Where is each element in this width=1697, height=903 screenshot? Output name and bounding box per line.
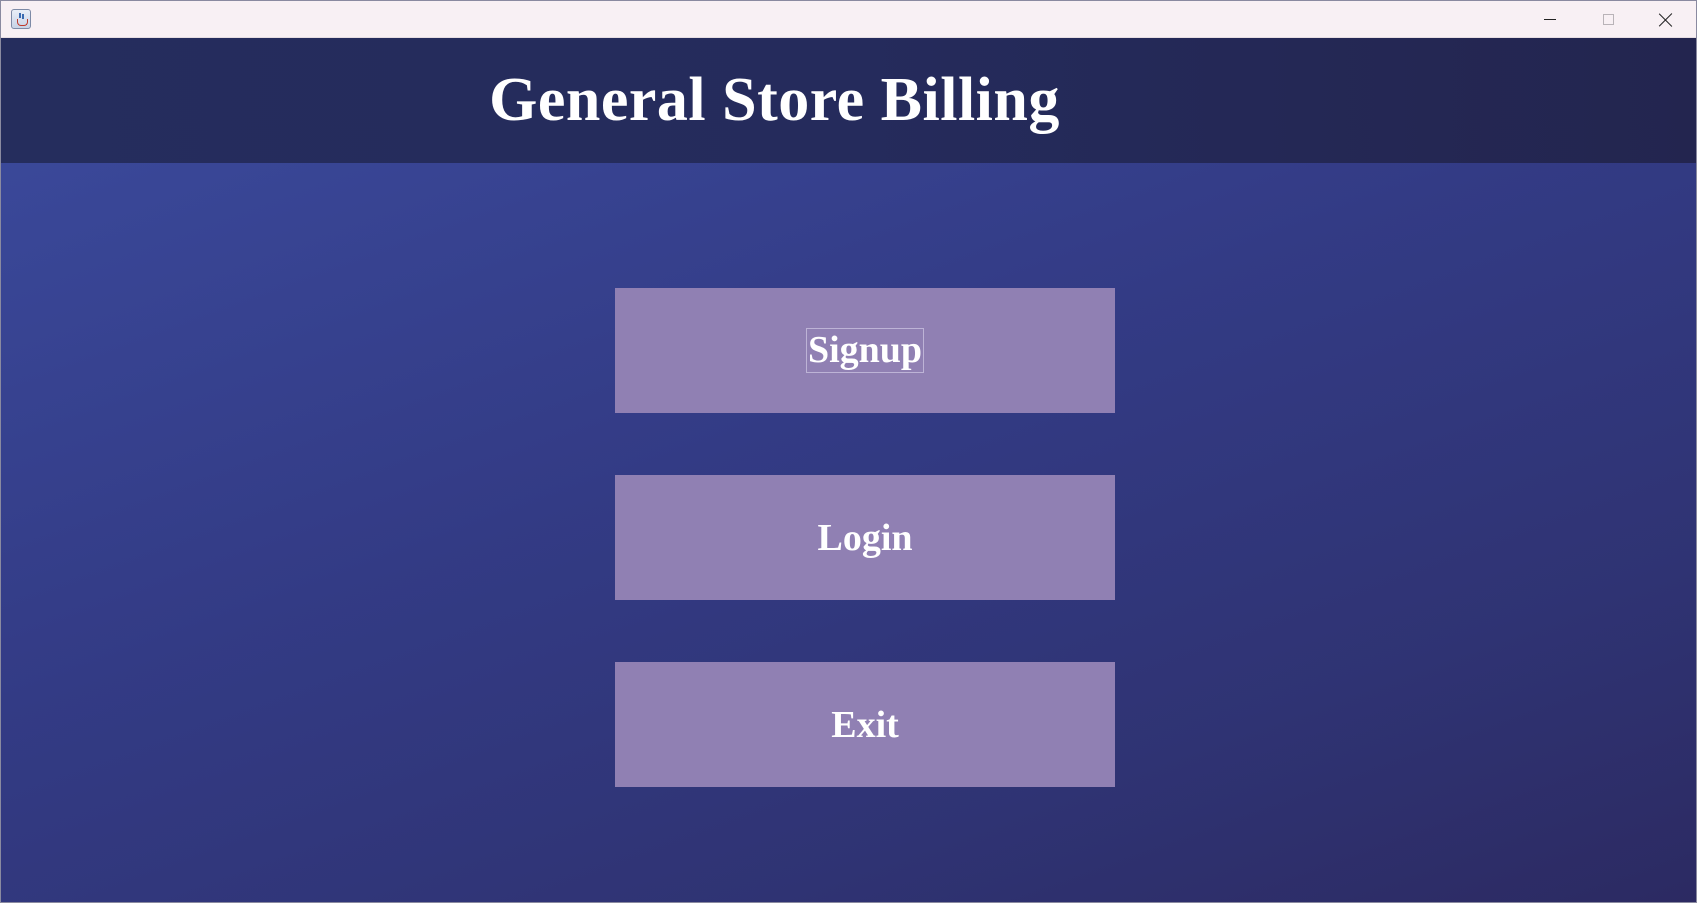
minimize-button[interactable] <box>1521 1 1579 38</box>
page-title: General Store Billing <box>489 66 1060 134</box>
close-button[interactable] <box>1637 1 1695 38</box>
close-icon <box>1659 13 1673 27</box>
exit-button[interactable]: Exit <box>615 662 1115 787</box>
java-app-icon[interactable] <box>11 9 31 29</box>
exit-label: Exit <box>831 703 899 746</box>
minimize-icon <box>1544 19 1556 20</box>
maximize-icon <box>1602 14 1614 25</box>
signup-label: Signup <box>805 328 925 373</box>
signup-button[interactable]: Signup <box>615 288 1115 413</box>
title-bar[interactable] <box>1 1 1696 38</box>
login-label: Login <box>817 516 913 559</box>
app-window: General Store Billing Signup Login Exit <box>0 0 1697 903</box>
main-panel: Signup Login Exit <box>1 163 1696 902</box>
maximize-button[interactable] <box>1579 1 1637 38</box>
header-panel: General Store Billing <box>1 38 1696 163</box>
login-button[interactable]: Login <box>615 475 1115 600</box>
